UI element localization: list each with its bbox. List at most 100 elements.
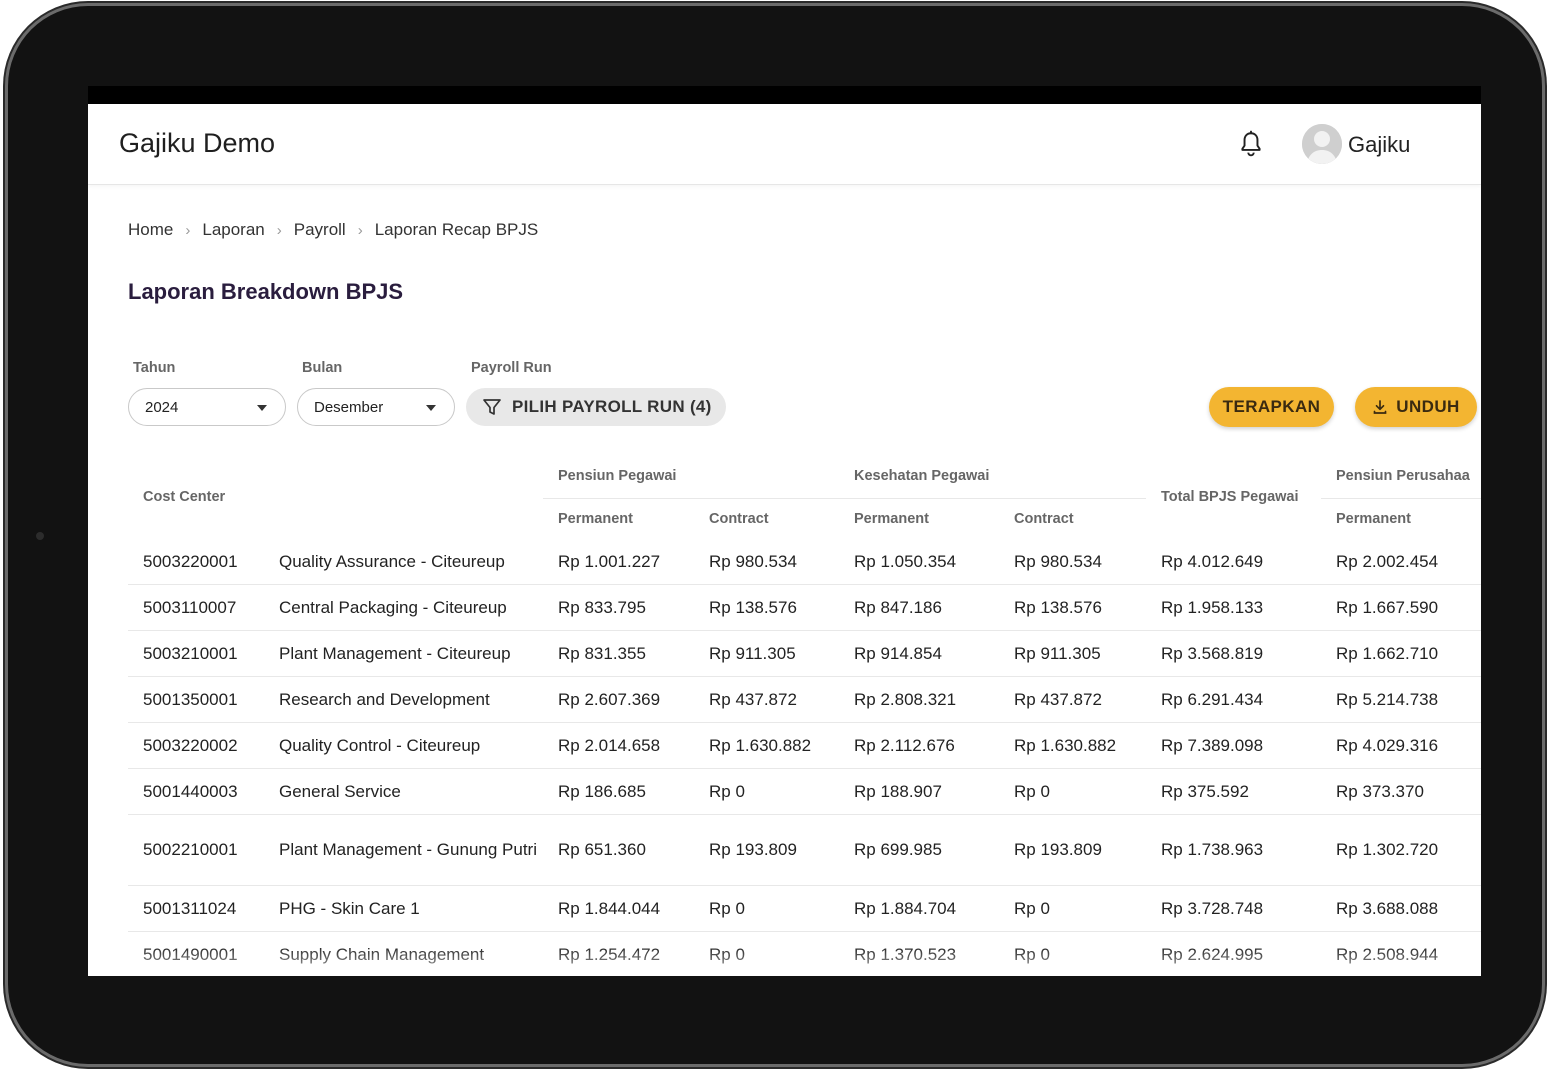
cell-kp-contract: Rp 0 bbox=[999, 931, 1146, 976]
cell-total: Rp 2.624.995 bbox=[1146, 931, 1321, 976]
cell-kp-permanent: Rp 1.370.523 bbox=[839, 931, 999, 976]
cell-total: Rp 375.592 bbox=[1146, 768, 1321, 815]
cell-pp-permanent: Rp 1.254.472 bbox=[543, 931, 694, 976]
cell-name: Plant Management - Citeureup bbox=[264, 630, 543, 677]
cell-code: 5003220002 bbox=[128, 722, 264, 769]
cell-total: Rp 1.958.133 bbox=[1146, 584, 1321, 631]
caret-down-icon bbox=[426, 405, 436, 411]
cell-name: Quality Control - Citeureup bbox=[264, 722, 543, 769]
cell-name: Plant Management - Gunung Putri bbox=[264, 814, 543, 886]
screen-bezel-top bbox=[88, 86, 1481, 104]
cell-pp-permanent: Rp 833.795 bbox=[543, 584, 694, 631]
year-label: Tahun bbox=[133, 360, 176, 376]
choose-payroll-run-button[interactable]: PILIH PAYROLL RUN (4) bbox=[466, 388, 726, 426]
apply-button[interactable]: TERAPKAN bbox=[1209, 387, 1334, 427]
bpjs-table: Cost Center Pensiun Pegawai Kesehatan Pe… bbox=[128, 454, 1481, 976]
cell-pp-permanent: Rp 1.844.044 bbox=[543, 885, 694, 932]
header-ppr-permanent: Permanent bbox=[1336, 511, 1411, 527]
cell-kp-permanent: Rp 188.907 bbox=[839, 768, 999, 815]
cell-kp-contract: Rp 0 bbox=[999, 885, 1146, 932]
cell-ppr-permanent: Rp 1.302.720 bbox=[1321, 814, 1481, 886]
user-avatar-icon bbox=[1302, 124, 1342, 164]
bpjs-table-container: Cost Center Pensiun Pegawai Kesehatan Pe… bbox=[128, 454, 1481, 976]
cell-pp-contract: Rp 437.872 bbox=[694, 676, 839, 723]
cell-code: 5003210001 bbox=[128, 630, 264, 677]
cell-pp-permanent: Rp 2.014.658 bbox=[543, 722, 694, 769]
cell-code: 5003110007 bbox=[128, 584, 264, 631]
cell-pp-contract: Rp 0 bbox=[694, 885, 839, 932]
cell-code: 5001490001 bbox=[128, 931, 264, 976]
download-button[interactable]: UNDUH bbox=[1355, 387, 1477, 427]
cell-kp-contract: Rp 1.630.882 bbox=[999, 722, 1146, 769]
chevron-right-icon: › bbox=[185, 221, 191, 239]
cell-pp-contract: Rp 138.576 bbox=[694, 584, 839, 631]
camera-dot bbox=[36, 532, 44, 540]
header-pp-contract: Contract bbox=[709, 511, 769, 527]
cell-code: 5001440003 bbox=[128, 768, 264, 815]
filter-icon bbox=[483, 399, 501, 415]
notification-bell-icon[interactable] bbox=[1238, 130, 1264, 158]
cell-total: Rp 7.389.098 bbox=[1146, 722, 1321, 769]
table-row: 5003110007 Central Packaging - Citeureup… bbox=[128, 584, 1481, 631]
cell-name: PHG - Skin Care 1 bbox=[264, 885, 543, 932]
breadcrumb-laporan[interactable]: Laporan bbox=[202, 220, 264, 240]
page-title: Laporan Breakdown BPJS bbox=[128, 279, 404, 304]
cell-total: Rp 4.012.649 bbox=[1161, 551, 1264, 571]
cell-kp-contract: Rp 911.305 bbox=[999, 630, 1146, 677]
choose-payroll-run-label: PILIH PAYROLL RUN (4) bbox=[512, 397, 712, 416]
chevron-right-icon: › bbox=[276, 221, 282, 239]
cell-ppr-permanent: Rp 5.214.738 bbox=[1321, 676, 1481, 723]
cell-pp-contract: Rp 980.534 bbox=[709, 551, 797, 571]
cell-total: Rp 3.568.819 bbox=[1146, 630, 1321, 677]
cell-pp-permanent: Rp 186.685 bbox=[543, 768, 694, 815]
cell-kp-permanent: Rp 2.112.676 bbox=[839, 722, 999, 769]
cell-pp-contract: Rp 193.809 bbox=[694, 814, 839, 886]
cell-pp-permanent: Rp 831.355 bbox=[543, 630, 694, 677]
table-row: 5001440003 General Service Rp 186.685 Rp… bbox=[128, 768, 1481, 815]
user-avatar[interactable] bbox=[1302, 124, 1342, 164]
cell-name: Central Packaging - Citeureup bbox=[264, 584, 543, 631]
cell-pp-permanent: Rp 651.360 bbox=[543, 814, 694, 886]
download-icon bbox=[1373, 400, 1387, 414]
breadcrumb-payroll[interactable]: Payroll bbox=[294, 220, 346, 240]
user-name[interactable]: Gajiku bbox=[1348, 132, 1410, 158]
cell-name: General Service bbox=[264, 768, 543, 815]
year-select[interactable]: 2024 bbox=[128, 388, 286, 426]
cell-kp-permanent: Rp 699.985 bbox=[839, 814, 999, 886]
cell-ppr-permanent: Rp 4.029.316 bbox=[1321, 722, 1481, 769]
table-row: 5003220001 Quality Assurance - Citeureup… bbox=[128, 539, 1481, 585]
cell-pp-contract: Rp 0 bbox=[694, 768, 839, 815]
month-select[interactable]: Desember bbox=[297, 388, 455, 426]
header-kp-permanent: Permanent bbox=[854, 511, 929, 527]
app-header: Gajiku Demo Gajiku bbox=[88, 104, 1481, 185]
cell-pp-contract: Rp 0 bbox=[694, 931, 839, 976]
cell-kp-permanent: Rp 847.186 bbox=[839, 584, 999, 631]
cell-kp-permanent: Rp 1.884.704 bbox=[839, 885, 999, 932]
app-screen: Gajiku Demo Gajiku Home › Laporan › Payr bbox=[88, 86, 1481, 976]
cell-code: 5001311024 bbox=[128, 885, 264, 932]
table-row: 5003210001 Plant Management - Citeureup … bbox=[128, 630, 1481, 677]
breadcrumb-home[interactable]: Home bbox=[128, 220, 173, 240]
cell-pp-permanent: Rp 1.001.227 bbox=[558, 551, 661, 571]
cell-name: Supply Chain Management bbox=[264, 931, 543, 976]
cell-ppr-permanent: Rp 373.370 bbox=[1321, 768, 1481, 815]
month-label: Bulan bbox=[302, 360, 343, 376]
cell-kp-permanent: Rp 1.050.354 bbox=[854, 551, 957, 571]
cell-kp-contract: Rp 437.872 bbox=[999, 676, 1146, 723]
month-value: Desember bbox=[314, 398, 384, 416]
cell-kp-contract: Rp 193.809 bbox=[999, 814, 1146, 886]
chevron-right-icon: › bbox=[357, 221, 363, 239]
cell-pp-contract: Rp 1.630.882 bbox=[694, 722, 839, 769]
header-pensiun-pegawai: Pensiun Pegawai bbox=[543, 454, 839, 499]
cell-total: Rp 6.291.434 bbox=[1146, 676, 1321, 723]
header-kp-contract: Contract bbox=[1014, 511, 1074, 527]
cell-name: Research and Development bbox=[264, 676, 543, 723]
cell-kp-contract: Rp 0 bbox=[999, 768, 1146, 815]
cell-total: Rp 3.728.748 bbox=[1146, 885, 1321, 932]
breadcrumb-current: Laporan Recap BPJS bbox=[374, 220, 539, 239]
header-pensiun-perusahaan: Pensiun Perusahaa bbox=[1321, 454, 1481, 499]
header-kesehatan-pegawai: Kesehatan Pegawai bbox=[839, 454, 1146, 499]
cell-ppr-permanent: Rp 3.688.088 bbox=[1321, 885, 1481, 932]
app-title: Gajiku Demo bbox=[119, 128, 276, 158]
cell-ppr-permanent: Rp 1.662.710 bbox=[1321, 630, 1481, 677]
